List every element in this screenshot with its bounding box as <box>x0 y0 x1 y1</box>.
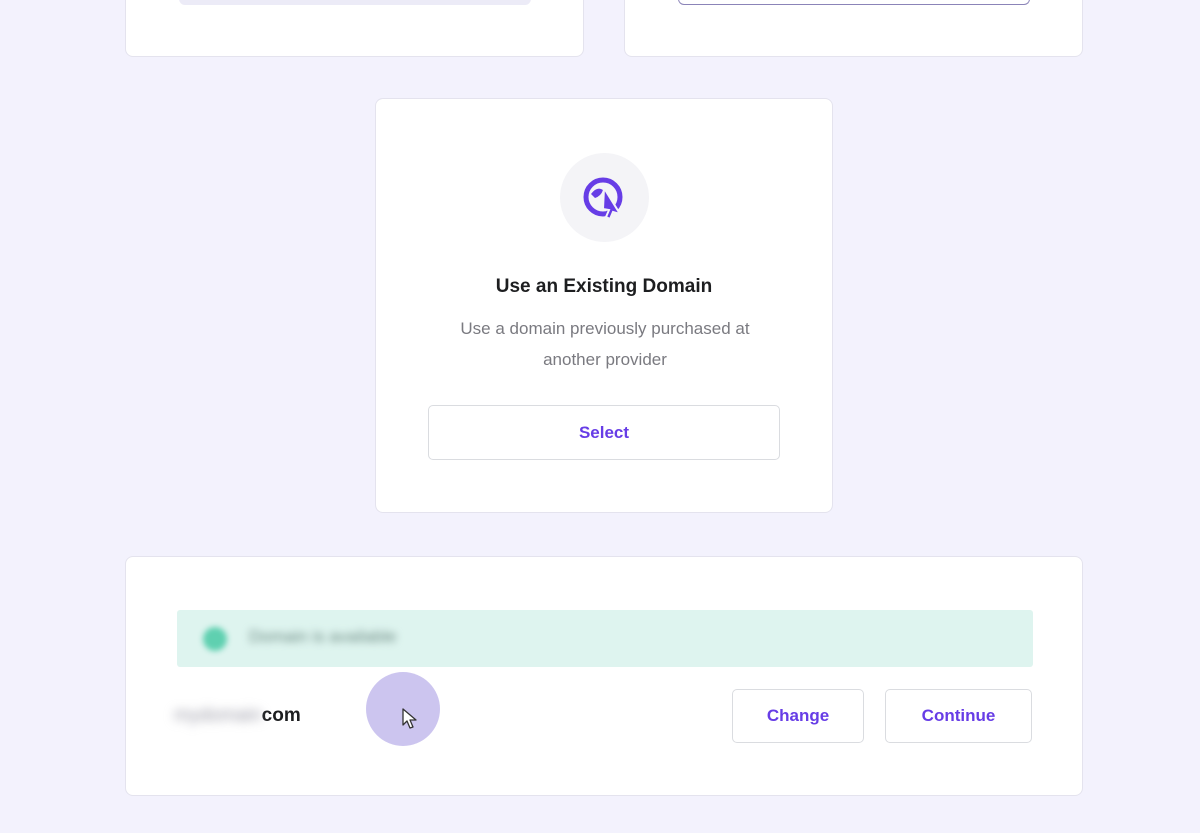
select-button[interactable]: Select <box>428 405 780 460</box>
check-icon <box>203 627 227 651</box>
domain-option-card-partial <box>125 0 584 57</box>
continue-button[interactable]: Continue <box>885 689 1032 743</box>
existing-domain-card: Use an Existing Domain Use a domain prev… <box>375 98 833 513</box>
option-button-partial[interactable] <box>179 0 531 5</box>
selected-domain: mydomain com <box>174 705 301 727</box>
change-button[interactable]: Change <box>732 689 864 743</box>
card-title: Use an Existing Domain <box>495 276 713 297</box>
card-description: Use a domain previously purchased at ano… <box>460 319 750 369</box>
domain-status-banner: Domain is available <box>177 610 1033 667</box>
option-button-partial[interactable] <box>678 0 1030 5</box>
domain-option-card-partial <box>624 0 1083 57</box>
domain-summary-card: Domain is available mydomain com Change … <box>125 556 1083 796</box>
domain-suffix: com <box>261 705 301 726</box>
mouse-pointer-icon <box>402 708 418 735</box>
status-text: Domain is available <box>249 627 397 646</box>
globe-cursor-icon <box>560 153 649 242</box>
domain-name-blurred: mydomain <box>174 705 262 726</box>
